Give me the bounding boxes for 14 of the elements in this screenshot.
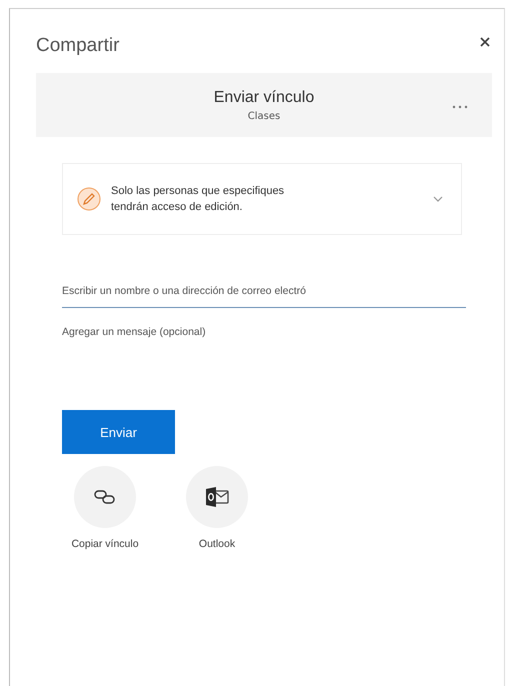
- more-icon[interactable]: [452, 105, 468, 109]
- message-field[interactable]: Agregar un mensaje (opcional): [62, 322, 362, 342]
- recipient-field[interactable]: Escribir un nombre o una dirección de correo electró: [62, 281, 466, 308]
- close-button[interactable]: [478, 35, 492, 49]
- chevron-down-icon: [433, 196, 443, 202]
- dialog-title: Compartir: [36, 35, 120, 57]
- header-title: Enviar vínculo: [214, 88, 314, 106]
- pencil-icon: [77, 187, 101, 211]
- send-button[interactable]: Enviar: [62, 410, 175, 454]
- permission-text: Solo las personas que especifiques tendrán acceso de edición.: [111, 184, 286, 215]
- permission-dropdown[interactable]: Solo las personas que especifiques tendrán acceso de edición.: [62, 163, 462, 235]
- share-target[interactable]: Copiar vínculo: [62, 466, 148, 550]
- header-subtitle: Clases: [248, 110, 280, 122]
- share-target[interactable]: Outlook: [172, 466, 262, 550]
